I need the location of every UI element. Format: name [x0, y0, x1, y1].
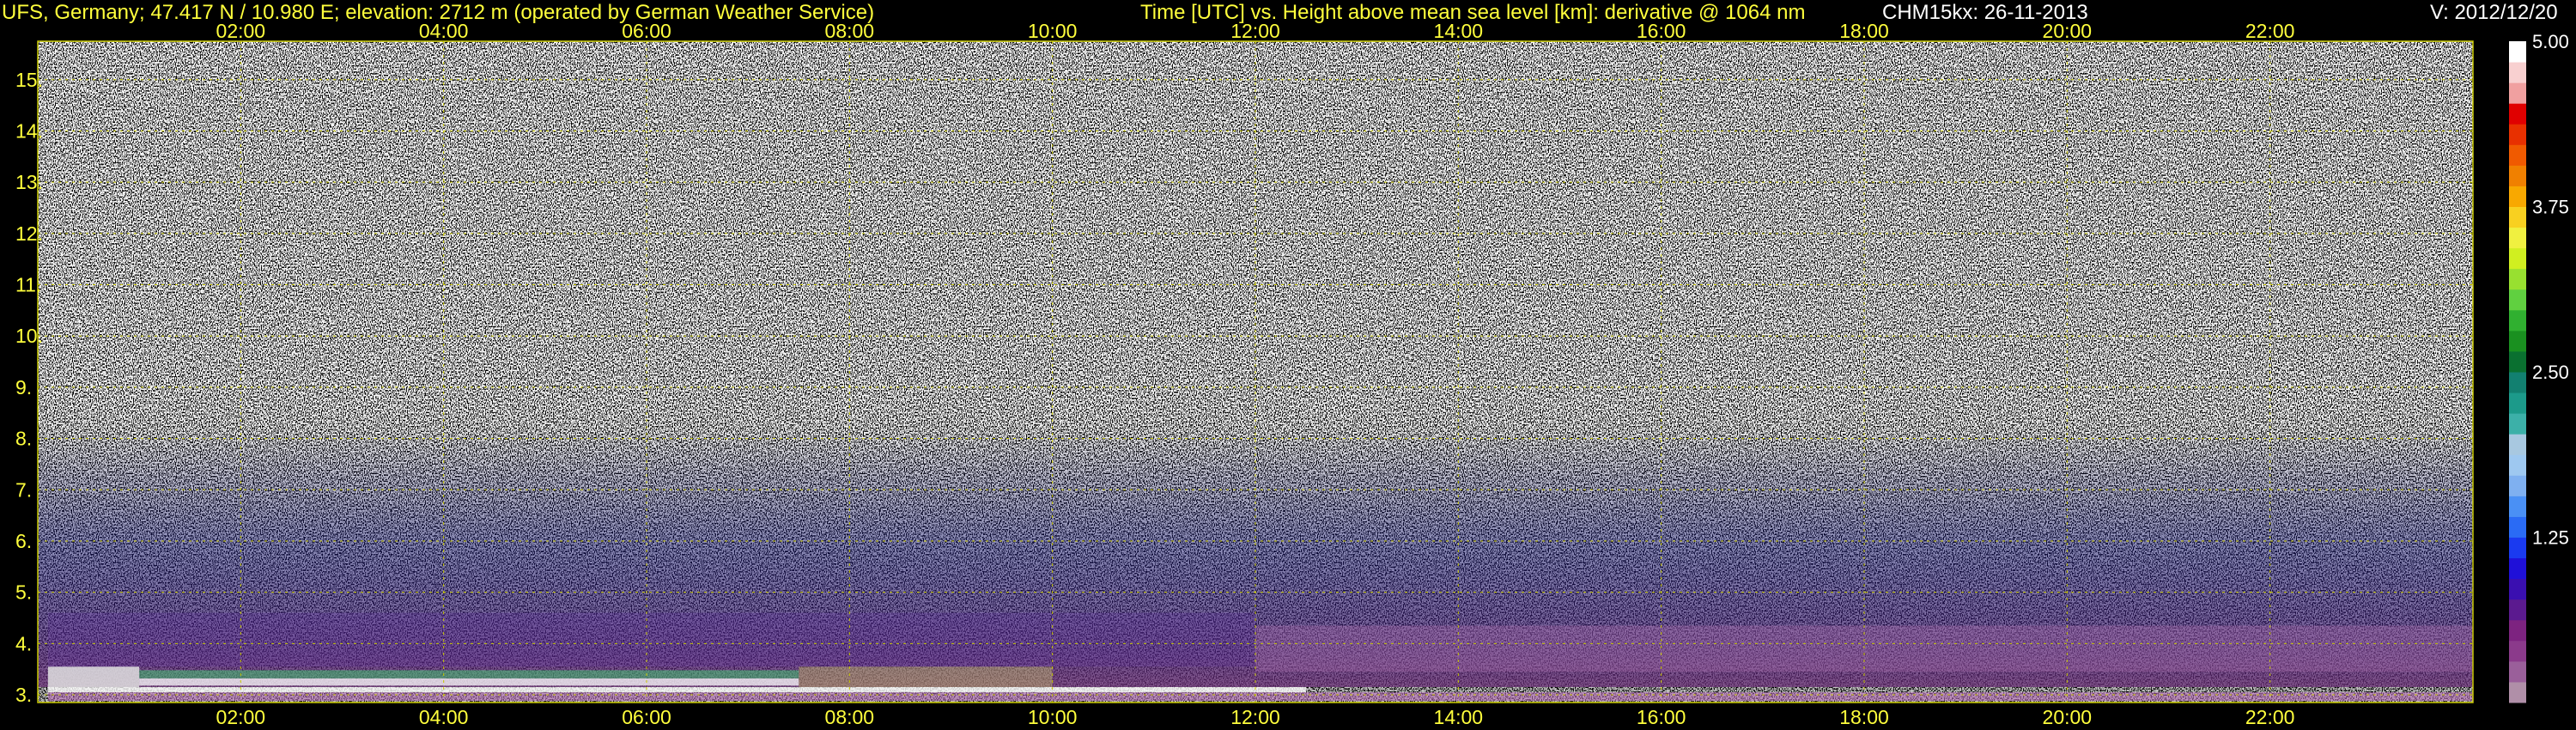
y-tick-label: 15. — [15, 69, 43, 91]
x-tick-label-bottom: 14:00 — [1434, 706, 1484, 728]
colorbar-swatch — [2509, 82, 2526, 104]
colorbar-swatch — [2509, 206, 2526, 228]
x-tick-label-bottom: 12:00 — [1230, 706, 1280, 728]
colorbar-label: 3.75 — [2532, 197, 2569, 218]
colorbar-swatch — [2509, 350, 2526, 373]
colorbar-swatch — [2509, 144, 2526, 166]
x-tick-label-bottom: 20:00 — [2043, 706, 2093, 728]
colorbar-swatch — [2509, 413, 2526, 435]
early-bright-layer — [47, 666, 140, 688]
colorbar-swatch — [2509, 496, 2526, 517]
x-tick-label-top: 20:00 — [2043, 20, 2093, 42]
y-tick-label: 10. — [15, 325, 43, 347]
x-tick-label-top: 12:00 — [1230, 20, 1280, 42]
x-tick-label-bottom: 06:00 — [622, 706, 671, 728]
morning-green-layer — [139, 670, 799, 678]
colorbar-swatch — [2509, 227, 2526, 249]
x-tick-label-bottom: 18:00 — [1839, 706, 1889, 728]
surface-layer — [47, 692, 2473, 702]
colorbar-swatch — [2509, 578, 2526, 600]
colorbar-swatch — [2509, 660, 2526, 683]
ground-white-line — [47, 687, 1307, 693]
colorbar — [2509, 41, 2526, 703]
x-tick-label-top: 06:00 — [622, 20, 671, 42]
colorbar-swatch — [2509, 557, 2526, 580]
y-tick-label: 5. — [15, 581, 32, 604]
colorbar-swatch — [2509, 434, 2526, 455]
y-tick-label: 13. — [15, 171, 43, 193]
y-tick-label: 6. — [15, 530, 32, 552]
x-tick-label-bottom: 16:00 — [1637, 706, 1686, 728]
x-tick-label-bottom: 02:00 — [216, 706, 266, 728]
y-tick-label: 12. — [15, 222, 43, 245]
colorbar-swatch — [2509, 103, 2526, 125]
x-tick-label-bottom: 10:00 — [1028, 706, 1078, 728]
colorbar-swatch — [2509, 62, 2526, 83]
x-tick-label-top: 10:00 — [1028, 20, 1078, 42]
x-axis-bottom: 02:00 04:00 06:00 08:00 10:00 12:00 14:00 16:00… — [216, 706, 2295, 728]
colorbar-swatch — [2509, 392, 2526, 414]
y-tick-label: 8. — [15, 428, 32, 450]
x-tick-label-bottom: 08:00 — [825, 706, 875, 728]
y-tick-label: 11. — [15, 274, 41, 296]
ceilometer-chart: UFS, Germany; 47.417 N / 10.980 E; eleva… — [2, 1, 2569, 728]
colorbar-swatch — [2509, 165, 2526, 186]
colorbar-swatch — [2509, 124, 2526, 145]
y-tick-label: 7. — [15, 478, 32, 501]
y-tick-label: 4. — [15, 632, 32, 654]
colorbar-label: 2.50 — [2532, 362, 2569, 383]
colorbar-swatch — [2509, 372, 2526, 393]
morning-bright-layer — [139, 678, 799, 686]
x-tick-label-bottom: 04:00 — [419, 706, 469, 728]
colorbar-swatch — [2509, 599, 2526, 621]
midday-yellow-layer — [799, 666, 1053, 688]
colorbar-swatch — [2509, 454, 2526, 476]
colorbar-swatch — [2509, 41, 2526, 63]
colorbar-swatch — [2509, 681, 2526, 703]
version-label: V: 2012/12/20 — [2430, 1, 2558, 24]
y-tick-label: 14. — [15, 119, 43, 142]
colorbar-swatch — [2509, 516, 2526, 538]
colorbar-swatch — [2509, 330, 2526, 352]
colorbar-swatch — [2509, 247, 2526, 270]
colorbar-swatch — [2509, 619, 2526, 642]
x-tick-label-bottom: 22:00 — [2245, 706, 2295, 728]
colorbar-labels: 5.00 3.75 2.50 1.25 — [2532, 31, 2569, 549]
colorbar-swatch — [2509, 309, 2526, 332]
colorbar-swatch — [2509, 186, 2526, 207]
morning-purple-haze — [47, 612, 1256, 667]
x-tick-label-top: 08:00 — [825, 20, 875, 42]
x-tick-label-top: 04:00 — [419, 20, 469, 42]
colorbar-swatch — [2509, 475, 2526, 496]
y-tick-label: 9. — [15, 376, 32, 398]
colorbar-label: 5.00 — [2532, 31, 2569, 52]
x-tick-label-top: 14:00 — [1434, 20, 1484, 42]
x-tick-label-top: 02:00 — [216, 20, 266, 42]
colorbar-swatch — [2509, 268, 2526, 290]
x-tick-label-top: 18:00 — [1839, 20, 1889, 42]
colorbar-label: 1.25 — [2532, 527, 2569, 549]
x-tick-label-top: 22:00 — [2245, 20, 2295, 42]
x-tick-label-top: 16:00 — [1637, 20, 1686, 42]
colorbar-swatch — [2509, 289, 2526, 311]
colorbar-swatch — [2509, 537, 2526, 559]
colorbar-swatch — [2509, 640, 2526, 662]
y-tick-label: 3. — [15, 684, 32, 706]
